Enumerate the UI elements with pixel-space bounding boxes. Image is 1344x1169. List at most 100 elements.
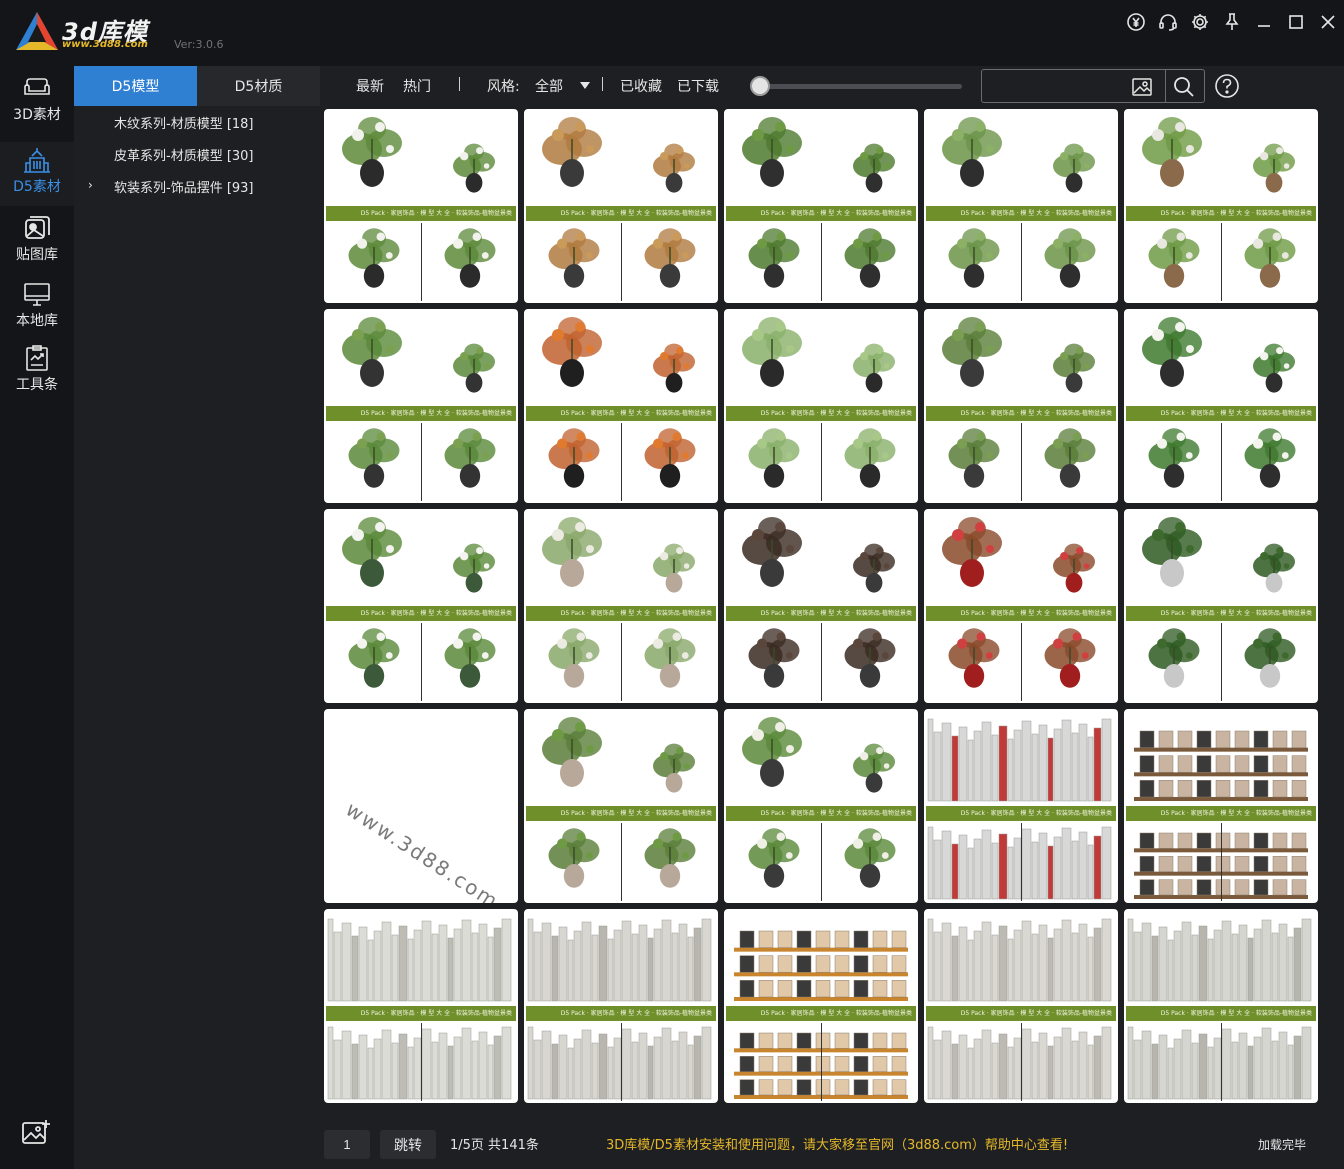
- thumbnail-divider: [421, 423, 422, 501]
- filter-latest[interactable]: 最新: [356, 76, 384, 96]
- model-card[interactable]: D5 Pack · 家居饰品 · 模 型 大 全 · 软装饰品-植物盆景类: [324, 109, 518, 303]
- logo-url: www.3d88.com: [62, 39, 148, 50]
- search-icon[interactable]: [1172, 75, 1196, 99]
- model-card[interactable]: D5 Pack · 家居饰品 · 模 型 大 全 · 软装饰品-植物盆景类: [924, 109, 1118, 303]
- slider-handle[interactable]: [750, 76, 770, 96]
- category-panel: D5模型 D5材质 木纹系列-材质模型 [18] 皮革系列-材质模型 [30] …: [74, 66, 320, 1169]
- thumbnail-banner-text: D5 Pack · 家居饰品 · 模 型 大 全 · 软装饰品-植物盆景类: [1160, 410, 1312, 417]
- thumbnail-divider: [421, 223, 422, 301]
- rail-item-local[interactable]: 本地库: [0, 276, 74, 340]
- image-stack-icon: [25, 216, 50, 239]
- close-icon[interactable]: [1312, 6, 1344, 38]
- image-search-icon[interactable]: [1130, 75, 1154, 99]
- thumbnail-banner-text: D5 Pack · 家居饰品 · 模 型 大 全 · 软装饰品-植物盆景类: [360, 610, 512, 617]
- thumbnail-divider: [1021, 823, 1022, 901]
- thumbnail-banner-text: D5 Pack · 家居饰品 · 模 型 大 全 · 软装饰品-植物盆景类: [760, 610, 912, 617]
- filter-favorites[interactable]: 已收藏: [620, 76, 662, 96]
- category-label: 木纹系列-材质模型 [18]: [114, 116, 254, 132]
- yen-refresh-icon[interactable]: [1120, 6, 1152, 38]
- model-card[interactable]: D5 Pack · 家居饰品 · 模 型 大 全 · 软装饰品-植物盆景类: [724, 509, 918, 703]
- style-select[interactable]: 全部: [535, 76, 563, 96]
- thumbnail-divider: [621, 1023, 622, 1101]
- model-card[interactable]: D5 Pack · 家居饰品 · 模 型 大 全 · 软装饰品-植物盆景类: [524, 709, 718, 903]
- search-input[interactable]: [988, 76, 1128, 98]
- model-card[interactable]: D5 Pack · 家居饰品 · 模 型 大 全 · 软装饰品-植物盆景类: [524, 909, 718, 1103]
- help-notice-link[interactable]: 3D库模/D5素材安装和使用问题，请大家移至官网（3d88.com）帮助中心查看…: [606, 1134, 1068, 1153]
- thumbnail-banner-text: D5 Pack · 家居饰品 · 模 型 大 全 · 软装饰品-植物盆景类: [760, 210, 912, 217]
- rail-item-d5[interactable]: D5素材: [0, 142, 74, 206]
- model-card[interactable]: D5 Pack · 家居饰品 · 模 型 大 全 · 软装饰品-植物盆景类: [924, 709, 1118, 903]
- window-controls: [1120, 6, 1344, 38]
- rail-item-tools[interactable]: 工具条: [0, 340, 74, 404]
- rail-label: 贴图库: [16, 247, 58, 263]
- rail-label: D5素材: [13, 179, 61, 195]
- thumbnail-banner-text: D5 Pack · 家居饰品 · 模 型 大 全 · 软装饰品-植物盆景类: [760, 410, 912, 417]
- model-grid: D5 Pack · 家居饰品 · 模 型 大 全 · 软装饰品-植物盆景类 D5 …: [324, 109, 1320, 1103]
- thumbnail-divider: [421, 1023, 422, 1101]
- model-card[interactable]: D5 Pack · 家居饰品 · 模 型 大 全 · 软装饰品-植物盆景类: [1124, 109, 1318, 303]
- model-card[interactable]: D5 Pack · 家居饰品 · 模 型 大 全 · 软装饰品-植物盆景类: [724, 909, 918, 1103]
- help-icon[interactable]: [1214, 73, 1240, 99]
- thumbnail-divider: [1221, 1023, 1222, 1101]
- category-item-decor[interactable]: › 软装系列-饰品摆件 [93]: [74, 170, 320, 202]
- jump-button[interactable]: 跳转: [380, 1130, 436, 1159]
- left-rail: 3D素材 D5素材 贴图库 本地库 工具条: [0, 66, 74, 1169]
- model-card[interactable]: D5 Pack · 家居饰品 · 模 型 大 全 · 软装饰品-植物盆景类: [724, 309, 918, 503]
- model-card[interactable]: D5 Pack · 家居饰品 · 模 型 大 全 · 软装饰品-植物盆景类: [524, 109, 718, 303]
- maximize-icon[interactable]: [1280, 6, 1312, 38]
- model-card[interactable]: D5 Pack · 家居饰品 · 模 型 大 全 · 软装饰品-植物盆景类: [924, 509, 1118, 703]
- category-item-wood[interactable]: 木纹系列-材质模型 [18]: [74, 106, 320, 138]
- category-label: 皮革系列-材质模型 [30]: [114, 148, 254, 164]
- model-card[interactable]: D5 Pack · 家居饰品 · 模 型 大 全 · 软装饰品-植物盆景类: [324, 509, 518, 703]
- page-number-input[interactable]: [324, 1130, 370, 1159]
- thumbnail-divider: [1021, 1023, 1022, 1101]
- thumbnail-banner-text: D5 Pack · 家居饰品 · 模 型 大 全 · 软装饰品-植物盆景类: [760, 810, 912, 817]
- filter-popular[interactable]: 热门: [403, 76, 431, 96]
- model-card[interactable]: D5 Pack · 家居饰品 · 模 型 大 全 · 软装饰品-植物盆景类: [1124, 509, 1318, 703]
- model-card[interactable]: D5 Pack · 家居饰品 · 模 型 大 全 · 软装饰品-植物盆景类: [924, 309, 1118, 503]
- model-card[interactable]: D5 Pack · 家居饰品 · 模 型 大 全 · 软装饰品-植物盆景类: [1124, 909, 1318, 1103]
- image-add-icon[interactable]: [20, 1118, 52, 1148]
- model-card[interactable]: D5 Pack · 家居饰品 · 模 型 大 全 · 软装饰品-植物盆景类: [324, 309, 518, 503]
- gear-icon[interactable]: [1184, 6, 1216, 38]
- toolbar: 最新 热门 风格: 全部 已收藏 已下载: [320, 66, 1344, 106]
- thumbnail-divider: [821, 823, 822, 901]
- model-card[interactable]: D5 Pack · 家居饰品 · 模 型 大 全 · 软装饰品-植物盆景类: [524, 509, 718, 703]
- thumbnail-size-slider[interactable]: [754, 84, 962, 89]
- version-label: Ver:3.0.6: [174, 38, 224, 51]
- rail-label: 3D素材: [13, 107, 61, 123]
- tab-d5-materials[interactable]: D5材质: [197, 66, 320, 106]
- model-card[interactable]: D5 Pack · 家居饰品 · 模 型 大 全 · 软装饰品-植物盆景类: [724, 109, 918, 303]
- minimize-icon[interactable]: [1248, 6, 1280, 38]
- chevron-right-icon[interactable]: ›: [88, 178, 93, 192]
- thumbnail-banner-text: D5 Pack · 家居饰品 · 模 型 大 全 · 软装饰品-植物盆景类: [960, 210, 1112, 217]
- thumbnail-banner-text: D5 Pack · 家居饰品 · 模 型 大 全 · 软装饰品-植物盆景类: [960, 410, 1112, 417]
- model-card[interactable]: D5 Pack · 家居饰品 · 模 型 大 全 · 软装饰品-植物盆景类: [1124, 709, 1318, 903]
- thumbnail-divider: [821, 423, 822, 501]
- rail-item-3d[interactable]: 3D素材: [0, 70, 74, 134]
- thumbnail-divider: [821, 623, 822, 701]
- pin-icon[interactable]: [1216, 6, 1248, 38]
- model-card[interactable]: D5 Pack · 家居饰品 · 模 型 大 全 · 软装饰品-植物盆景类: [324, 909, 518, 1103]
- headset-icon[interactable]: [1152, 6, 1184, 38]
- model-card[interactable]: D5 Pack · 家居饰品 · 模 型 大 全 · 软装饰品-植物盆景类: [524, 309, 718, 503]
- model-card[interactable]: www.3d88.com: [324, 709, 518, 903]
- category-item-leather[interactable]: 皮革系列-材质模型 [30]: [74, 138, 320, 170]
- rail-item-textures[interactable]: 贴图库: [0, 210, 74, 274]
- model-card[interactable]: D5 Pack · 家居饰品 · 模 型 大 全 · 软装饰品-植物盆景类: [724, 709, 918, 903]
- thumbnail-divider: [1221, 823, 1222, 901]
- thumbnail-banner-text: D5 Pack · 家居饰品 · 模 型 大 全 · 软装饰品-植物盆景类: [560, 810, 712, 817]
- thumbnail-divider: [1021, 423, 1022, 501]
- monitor-icon: [24, 283, 50, 306]
- caret-down-icon[interactable]: [580, 82, 590, 89]
- thumbnail-banner-text: D5 Pack · 家居饰品 · 模 型 大 全 · 软装饰品-植物盆景类: [560, 610, 712, 617]
- building-icon: [24, 148, 50, 173]
- thumbnail-banner-text: D5 Pack · 家居饰品 · 模 型 大 全 · 软装饰品-植物盆景类: [360, 410, 512, 417]
- model-card[interactable]: D5 Pack · 家居饰品 · 模 型 大 全 · 软装饰品-植物盆景类: [924, 909, 1118, 1103]
- filter-downloaded[interactable]: 已下载: [677, 76, 719, 96]
- thumbnail-banner-text: D5 Pack · 家居饰品 · 模 型 大 全 · 软装饰品-植物盆景类: [560, 1010, 712, 1017]
- style-label: 风格:: [487, 79, 520, 95]
- tab-d5-models[interactable]: D5模型: [74, 66, 197, 106]
- thumbnail-divider: [821, 223, 822, 301]
- model-card[interactable]: D5 Pack · 家居饰品 · 模 型 大 全 · 软装饰品-植物盆景类: [1124, 309, 1318, 503]
